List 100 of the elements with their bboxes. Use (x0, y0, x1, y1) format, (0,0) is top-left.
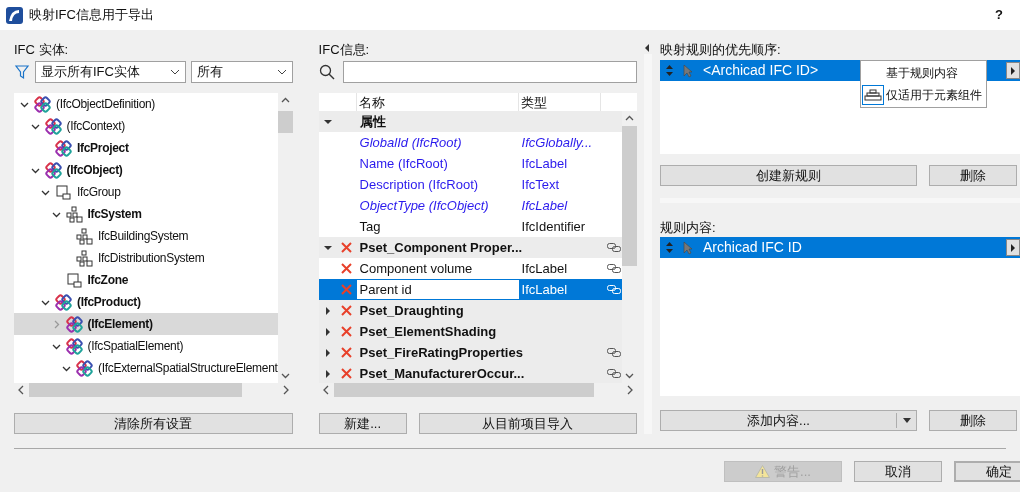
cross-icon[interactable] (341, 347, 353, 358)
group-name: Pset_Component Proper... (358, 238, 524, 257)
group-name: 属性 (358, 112, 387, 131)
menu-item[interactable]: 仅适用于元素组件 (861, 85, 986, 105)
tree-item[interactable]: IfcSystem (14, 203, 278, 225)
tree-item[interactable]: IfcDistributionSystem (14, 247, 278, 269)
stacked-blocks-icon (864, 89, 882, 101)
interlocking-rings-icon (44, 117, 62, 135)
create-rule-button[interactable]: 创建新规则 (660, 165, 917, 186)
table-row[interactable]: Pset_Component Proper... (318, 237, 622, 258)
expand-arrow-button[interactable] (1006, 239, 1020, 256)
reorder-handle-icon[interactable] (666, 242, 673, 253)
tree-item[interactable]: IfcBuildingSystem (14, 225, 278, 247)
group-name: Pset_ManufacturerOccur... (358, 364, 526, 383)
filter-icon[interactable] (14, 64, 30, 80)
triangle-right-icon[interactable] (323, 327, 332, 336)
collapse-arrow-icon[interactable] (643, 44, 650, 52)
group-frame-icon (55, 183, 72, 201)
triangle-right-icon[interactable] (323, 348, 332, 357)
tree-item[interactable]: (IfcExternalSpatialStructureElement (14, 357, 278, 379)
caret-icon[interactable] (902, 418, 911, 423)
section-label: IFC 实体: (14, 41, 70, 59)
scrollbar-thumb[interactable] (333, 383, 594, 397)
dropdown[interactable]: 所有 (191, 61, 293, 83)
group-name: Pset_FireRatingProperties (358, 343, 524, 362)
interlocking-rings-icon (55, 293, 72, 311)
table-cell-text: ObjectType (IfcObject) (358, 196, 490, 215)
table-cell-text: Description (IfcRoot) (358, 175, 480, 194)
name-edit-field[interactable]: Parent id (356, 280, 519, 299)
triangle-down-icon[interactable] (323, 117, 332, 126)
tree-item[interactable]: (IfcObjectDefinition) (14, 93, 278, 115)
table-cell-text: IfcGlobally... (520, 133, 594, 152)
cross-icon[interactable] (341, 326, 353, 337)
tree-item[interactable]: (IfcElement) (14, 313, 278, 335)
table-row[interactable]: Pset_Draughting (318, 300, 622, 321)
expand-arrow-button[interactable] (1006, 62, 1020, 79)
clear-settings-button[interactable]: 清除所有设置 (14, 413, 293, 434)
app-logo-icon (6, 6, 23, 24)
table-cell-text: IfcIdentifier (520, 217, 587, 236)
tree-item[interactable]: (IfcContext) (14, 115, 278, 137)
reorder-handle-icon[interactable] (666, 65, 673, 76)
section-label: IFC信息: (318, 41, 371, 59)
rule-item[interactable]: Archicad IFC ID (660, 237, 1020, 258)
dialog-button[interactable]: 确定 (954, 461, 1020, 482)
pointer-icon (683, 240, 693, 255)
triangle-right-icon[interactable] (323, 306, 332, 315)
triangle-right-icon (1010, 66, 1016, 75)
new-button[interactable]: 新建... (318, 413, 407, 434)
add-content-button[interactable]: 添加内容... (660, 410, 917, 431)
table-cell-text: IfcText (520, 175, 561, 194)
cross-icon[interactable] (341, 305, 353, 316)
table-cell-text: Component volume (358, 259, 474, 278)
table-row[interactable]: Parent id IfcLabel (318, 279, 622, 300)
section-label: 规则内容: (660, 219, 717, 237)
triangle-right-icon[interactable] (323, 369, 332, 378)
tree-item[interactable]: IfcZone (14, 269, 278, 291)
delete-button[interactable]: 删除 (929, 165, 1017, 186)
chevron-down-icon[interactable] (276, 69, 287, 75)
table-cell-text: IfcLabel (520, 196, 569, 215)
window-title: 映射IFC信息用于导出 (29, 6, 154, 25)
chevron-down-icon[interactable] (170, 69, 180, 75)
tree-item[interactable]: (IfcObject) (14, 159, 278, 181)
table-cell-text: IfcLabel (520, 154, 569, 173)
interlocking-rings-icon (65, 315, 83, 333)
table-cell-text: IfcLabel (520, 280, 569, 299)
interlocking-rings-icon (76, 359, 93, 377)
interlocking-rings-icon (44, 161, 62, 179)
node-tree-icon (76, 227, 93, 245)
delete-button[interactable]: 删除 (929, 410, 1017, 431)
cross-icon[interactable] (341, 368, 353, 379)
interlocking-rings-icon (55, 139, 72, 157)
interlocking-rings-icon (34, 95, 51, 113)
section-label: 映射规则的优先顺序: (660, 41, 782, 59)
warning-icon (755, 465, 771, 478)
node-tree-icon (76, 249, 93, 267)
tree-item[interactable]: (IfcProduct) (14, 291, 278, 313)
dropdown[interactable]: 显示所有IFC实体 (35, 61, 186, 83)
group-frame-icon (65, 271, 83, 289)
triangle-down-icon[interactable] (323, 243, 332, 252)
scrollbar-thumb[interactable] (277, 111, 293, 133)
cross-icon[interactable] (341, 242, 353, 253)
import-button[interactable]: 从目前项目导入 (418, 413, 637, 434)
table-row[interactable]: Pset_ManufacturerOccur... (318, 363, 622, 383)
scrollbar-thumb[interactable] (29, 383, 242, 397)
group-name: Pset_Draughting (358, 301, 465, 320)
table-row[interactable]: Pset_FireRatingProperties (318, 342, 622, 363)
tree-item[interactable]: IfcGroup (14, 181, 278, 203)
table-row[interactable]: 属性 (318, 111, 622, 132)
tree-item[interactable]: IfcProject (14, 137, 278, 159)
group-name: Pset_ElementShading (358, 322, 498, 341)
help-button[interactable]: ? (984, 5, 1014, 25)
tree-item[interactable]: (IfcSpatialElement) (14, 335, 278, 357)
dialog-button[interactable]: 取消 (854, 461, 942, 482)
table-cell-text: GlobalId (IfcRoot) (358, 133, 463, 152)
menu-item[interactable]: 基于规则内容 (861, 63, 986, 83)
search-field[interactable] (342, 61, 637, 83)
cross-icon[interactable] (341, 263, 353, 274)
table-row[interactable]: Pset_ElementShading (318, 321, 622, 342)
pointer-icon (683, 63, 693, 78)
interlocking-rings-icon (65, 337, 83, 355)
